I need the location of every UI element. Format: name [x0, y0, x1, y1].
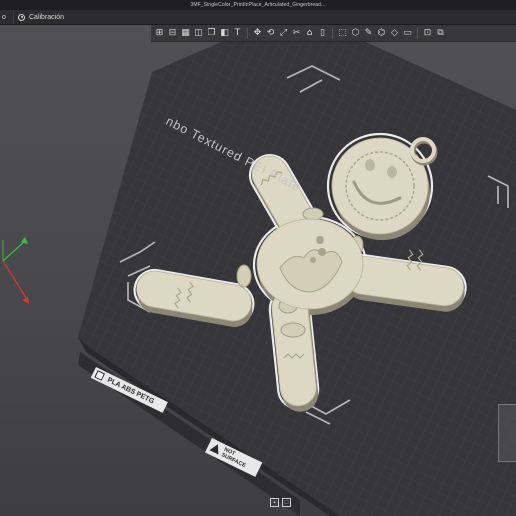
seam-icon[interactable]: ⬚: [337, 28, 348, 39]
copy-icon[interactable]: ❐: [206, 28, 217, 39]
material-sticker-icon: [94, 370, 106, 381]
tab-previous[interactable]: o: [0, 10, 14, 24]
tab-bar: o Calibración: [0, 10, 516, 25]
toolbar-separator: [247, 27, 248, 39]
more-icon[interactable]: ⊡: [422, 28, 433, 39]
tab-calibration-label: Calibración: [29, 13, 65, 21]
plate-settings-icon[interactable]: □: [282, 498, 291, 507]
measure-icon[interactable]: ✎: [363, 28, 374, 39]
text-icon[interactable]: T: [232, 28, 243, 39]
scene: [2, 42, 516, 516]
calibration-icon: [18, 13, 25, 21]
add-plate-icon[interactable]: ⊞: [154, 28, 165, 39]
tab-previous-label: o: [2, 13, 6, 21]
layers-icon[interactable]: ◧: [219, 28, 230, 39]
toolbar: ⊞ ⊟ ▦ ◫ ❐ ◧ T ✥ ⟲ ⤢ ✂ ⌂ ▯ ⬚ ⬡ ✎ ⌬ ◇ ▭ ⊡ …: [151, 25, 516, 42]
plate-corner-icons: ▪ □: [270, 498, 294, 507]
arrange-icon[interactable]: ▦: [180, 28, 191, 39]
fit-icon[interactable]: ▭: [402, 28, 413, 39]
cut-icon[interactable]: ✂: [291, 28, 302, 39]
plate-lock-icon[interactable]: ▪: [270, 498, 279, 507]
slicer-window: 3MF_SingleColor_PrintInPlace_Articulated…: [0, 0, 516, 516]
support-icon[interactable]: ▯: [317, 28, 328, 39]
assembly-icon[interactable]: ⌬: [376, 28, 387, 39]
scale-icon[interactable]: ⤢: [278, 28, 289, 39]
toolbar-separator-2: [332, 27, 333, 39]
axes-gizmo: [2, 237, 29, 304]
3d-viewport[interactable]: nbo Textured PEI Plate PLA ABS PETG NOT …: [0, 42, 516, 516]
window-title: 3MF_SingleColor_PrintInPlace_Articulated…: [190, 2, 326, 8]
next-plate-preview[interactable]: [498, 404, 516, 462]
move-icon[interactable]: ✥: [252, 28, 263, 39]
mesh-icon[interactable]: ⌂: [304, 28, 315, 39]
tab-calibration[interactable]: Calibración: [14, 10, 72, 24]
toolbar-separator-3: [417, 27, 418, 39]
warning-icon: [209, 442, 223, 455]
orient-icon[interactable]: ⊟: [167, 28, 178, 39]
view-icon[interactable]: ◇: [389, 28, 400, 39]
paint-icon[interactable]: ⬡: [350, 28, 361, 39]
title-bar: 3MF_SingleColor_PrintInPlace_Articulated…: [0, 0, 516, 10]
split-icon[interactable]: ◫: [193, 28, 204, 39]
rotate-icon[interactable]: ⟲: [265, 28, 276, 39]
expand-icon[interactable]: ⧉: [435, 28, 446, 39]
